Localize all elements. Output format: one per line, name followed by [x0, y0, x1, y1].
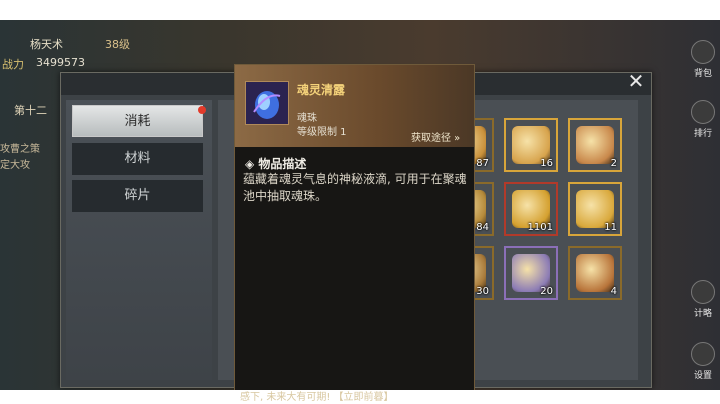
side-item-label: 计略	[693, 309, 712, 319]
side-item-label: 背包	[693, 69, 712, 79]
gear-icon	[691, 342, 715, 366]
inventory-item-slot[interactable]: 20	[504, 246, 558, 300]
player-name: 杨天术	[30, 38, 63, 51]
side-item-bag[interactable]: 背包	[686, 40, 720, 79]
side-item-strategy[interactable]: 计略	[686, 280, 720, 319]
description-title: ◈ 物品描述	[245, 157, 307, 171]
top-bar	[0, 0, 720, 20]
item-count: 1101	[527, 222, 553, 233]
chapter-label[interactable]: 第十二	[14, 102, 47, 118]
soul-dew-icon	[245, 81, 289, 125]
bag-icon	[691, 40, 715, 64]
close-icon[interactable]: ✕	[625, 70, 647, 92]
side-item-label: 排行	[693, 129, 712, 139]
tab-materials[interactable]: 材料	[72, 143, 203, 175]
source-link[interactable]: 获取途径 »	[411, 129, 460, 144]
item-count: 16	[540, 158, 553, 169]
player-level: 38级	[105, 38, 130, 51]
inventory-item-slot[interactable]: 11	[568, 182, 622, 236]
item-count: 11	[604, 222, 617, 233]
item-type: 魂珠	[297, 113, 317, 124]
strategy-icon	[691, 280, 715, 304]
tab-consumables[interactable]: 消耗	[72, 105, 203, 137]
item-count: 84	[476, 222, 489, 233]
notification-dot	[198, 106, 206, 114]
tab-column	[66, 100, 212, 380]
inventory-item-slot[interactable]: 1101	[504, 182, 558, 236]
side-item-settings[interactable]: 设置	[686, 342, 720, 381]
item-count: 2	[610, 158, 617, 169]
side-item-ranking[interactable]: 排行	[686, 100, 720, 139]
item-count: 20	[540, 286, 553, 297]
power-value: 3499573	[36, 56, 85, 69]
power-label: 战力	[2, 58, 24, 71]
ranking-icon	[691, 100, 715, 124]
quest-subtitle: 定大攻	[0, 160, 30, 171]
inventory-item-slot[interactable]: 2	[568, 118, 622, 172]
item-name: 魂灵清露	[297, 83, 346, 97]
description-text: 蕴藏着魂灵气息的神秘液滴, 可用于在聚魂池中抽取魂珠。	[243, 172, 467, 203]
tab-fragments[interactable]: 碎片	[72, 180, 203, 212]
item-tooltip: 魂灵清露 魂珠 等级限制 1 获取途径 » ◈ 物品描述 蕴藏着魂灵气息的神秘液…	[234, 64, 475, 392]
item-icon	[576, 126, 614, 164]
item-level-limit: 等级限制 1	[297, 127, 347, 138]
side-item-label: 设置	[693, 371, 712, 381]
quest-title[interactable]: 攻曹之策	[0, 140, 40, 155]
item-count: 87	[476, 158, 489, 169]
item-count: 4	[610, 286, 617, 297]
bottom-notice[interactable]: 感下, 未来大有可期! 【立即前暮】	[240, 388, 394, 403]
inventory-item-slot[interactable]: 4	[568, 246, 622, 300]
item-count: 30	[476, 286, 489, 297]
item-icon	[576, 254, 614, 292]
inventory-item-slot[interactable]: 16	[504, 118, 558, 172]
